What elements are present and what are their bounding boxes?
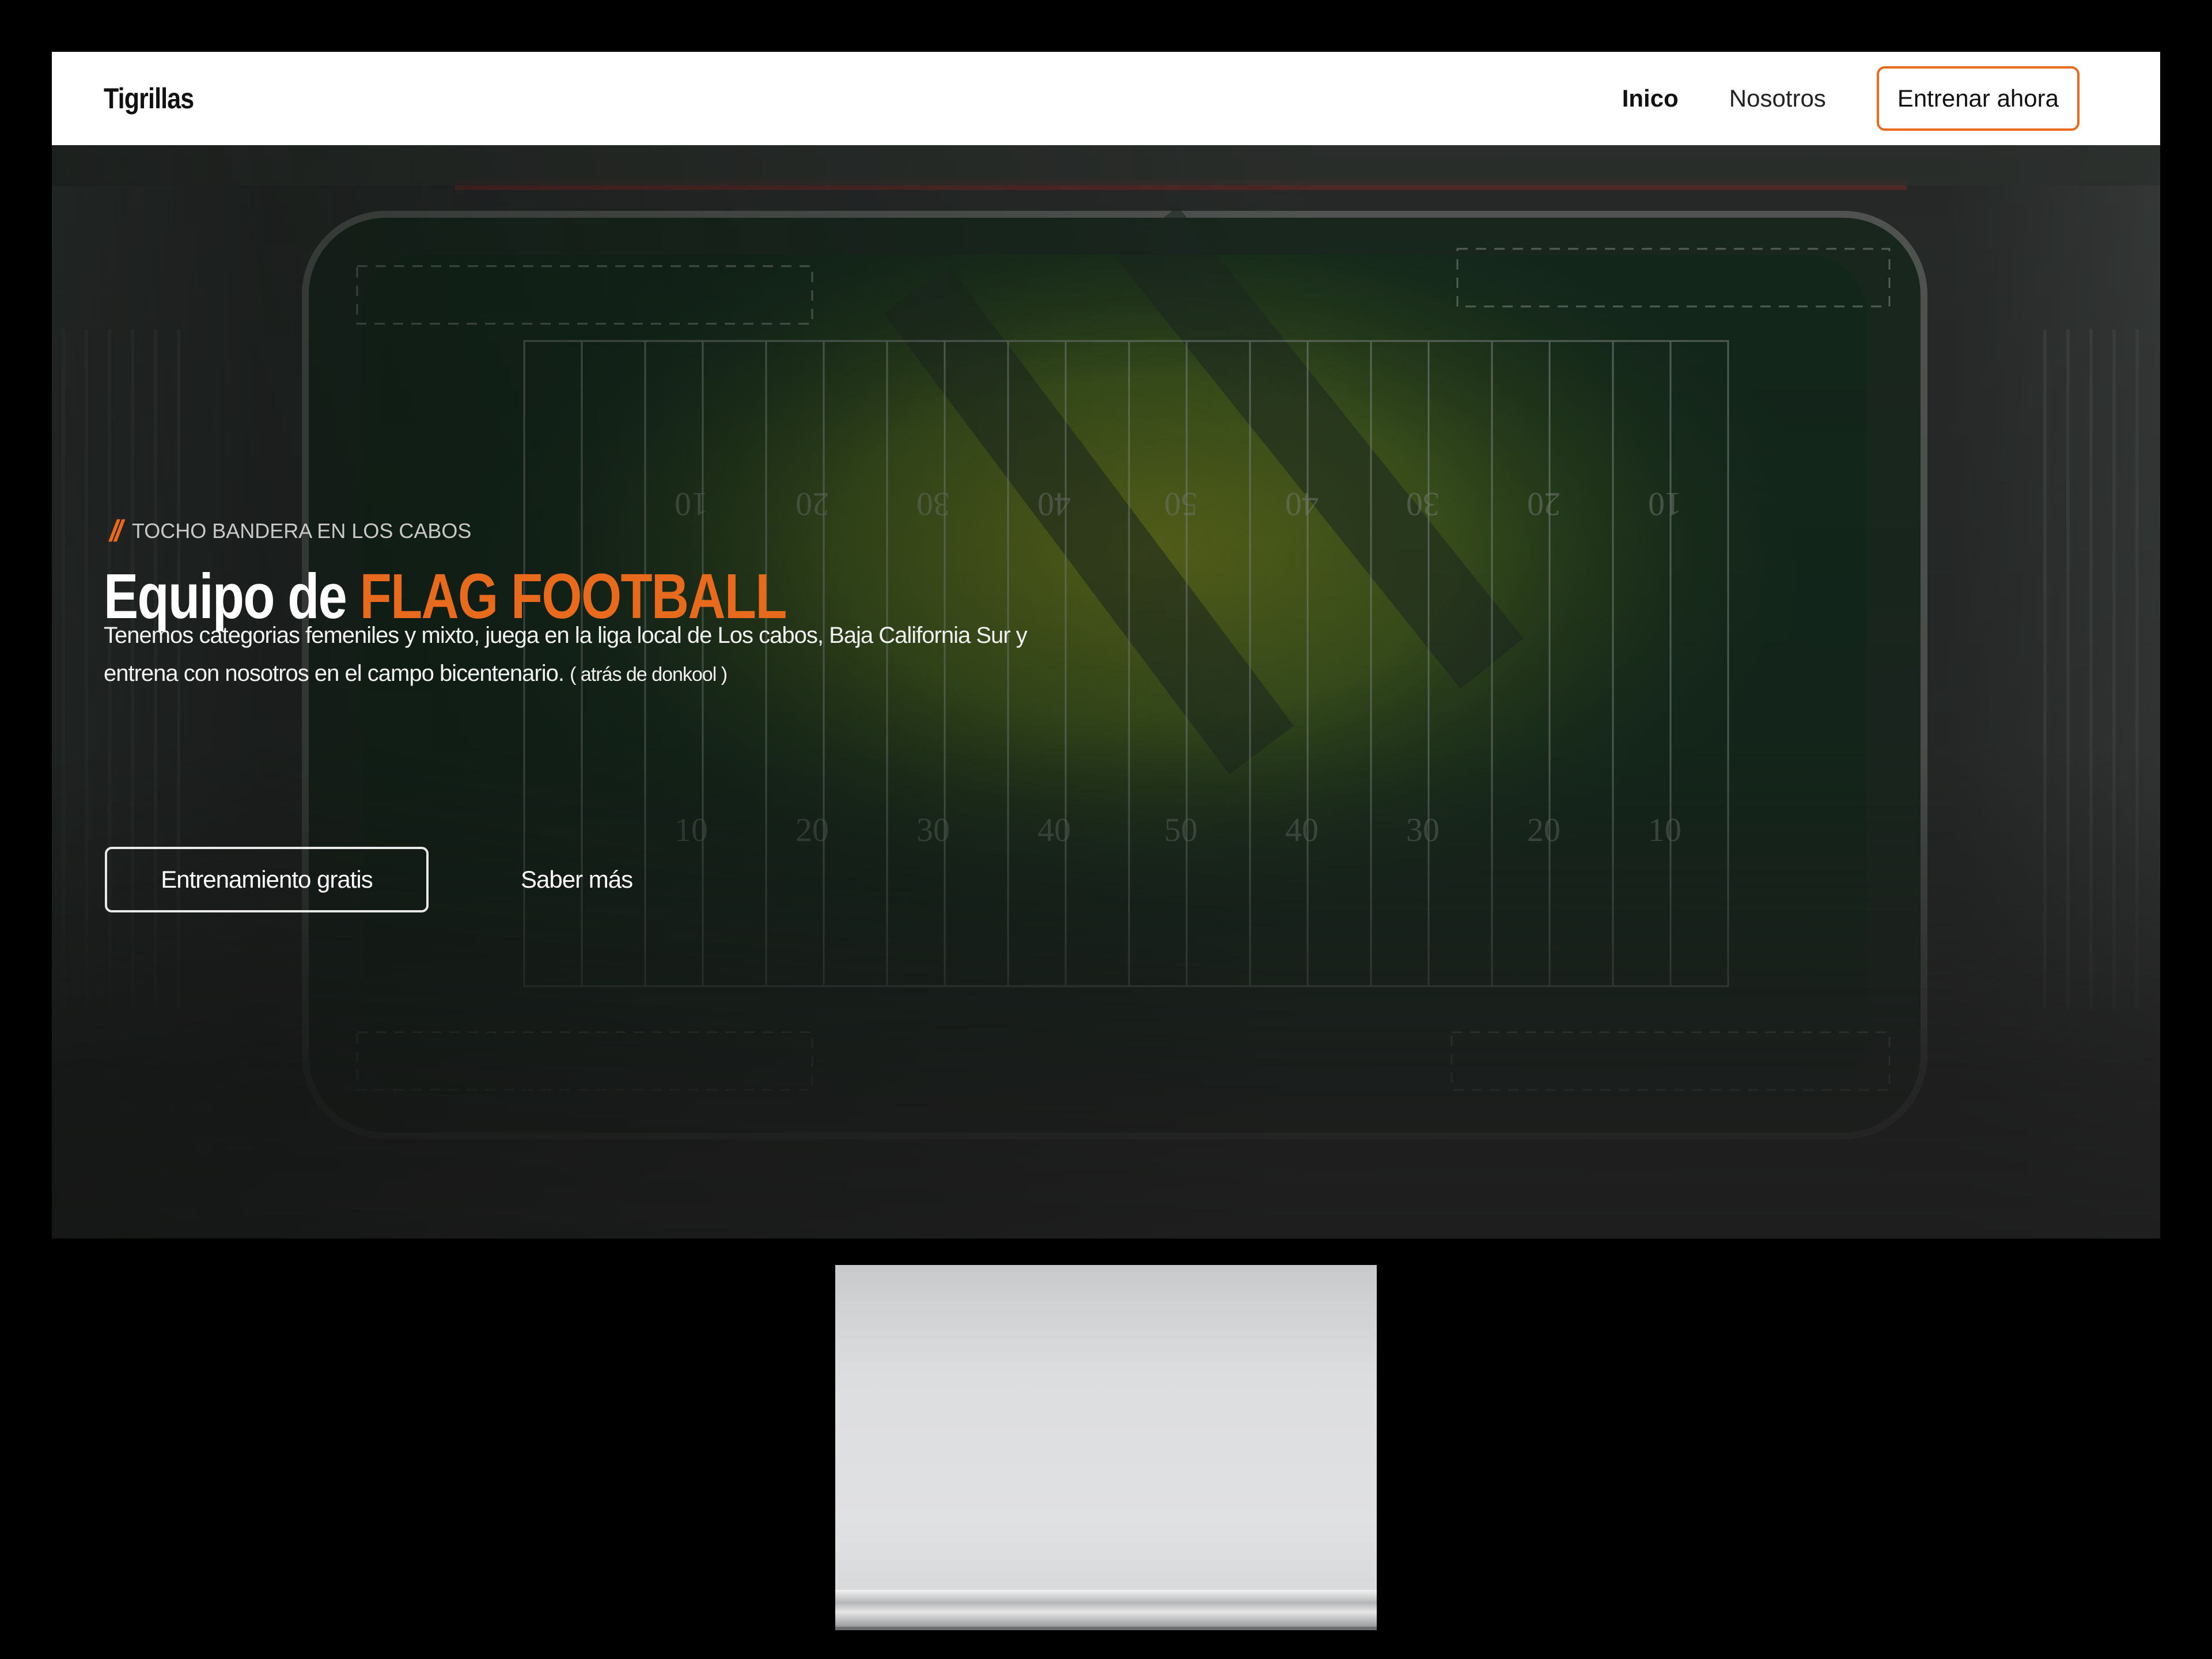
monitor-stand bbox=[835, 1265, 1377, 1630]
train-now-button[interactable]: Entrenar ahora bbox=[1876, 66, 2080, 131]
slash-icon: // bbox=[109, 514, 123, 548]
monitor-screen: Tigrillas Inico Nosotros Entrenar ahora bbox=[52, 52, 2160, 1238]
nav-link-inicio[interactable]: Inico bbox=[1622, 85, 1679, 112]
description-note: ( atrás de donkool ) bbox=[570, 664, 728, 685]
learn-more-link[interactable]: Saber más bbox=[521, 847, 633, 912]
monitor-stand-base bbox=[835, 1590, 1377, 1627]
hero-eyebrow: // TOCHO BANDERA EN LOS CABOS bbox=[109, 514, 471, 548]
eyebrow-text: TOCHO BANDERA EN LOS CABOS bbox=[131, 519, 472, 543]
monitor-stand-edge bbox=[835, 1627, 1377, 1630]
description-text: Tenemos categorias femeniles y mixto, ju… bbox=[104, 623, 1028, 686]
nav-link-nosotros[interactable]: Nosotros bbox=[1729, 85, 1826, 112]
free-training-button[interactable]: Entrenamiento gratis bbox=[105, 847, 429, 912]
top-navbar: Tigrillas Inico Nosotros Entrenar ahora bbox=[52, 52, 2160, 145]
hero-section: 102030 405040 302010 10 20 30 40 50 40 3… bbox=[52, 145, 2160, 1238]
brand-logo[interactable]: Tigrillas bbox=[104, 82, 194, 115]
nav-links: Inico Nosotros Entrenar ahora bbox=[1571, 66, 2080, 131]
hero-description: Tenemos categorias femeniles y mixto, ju… bbox=[104, 616, 1083, 694]
